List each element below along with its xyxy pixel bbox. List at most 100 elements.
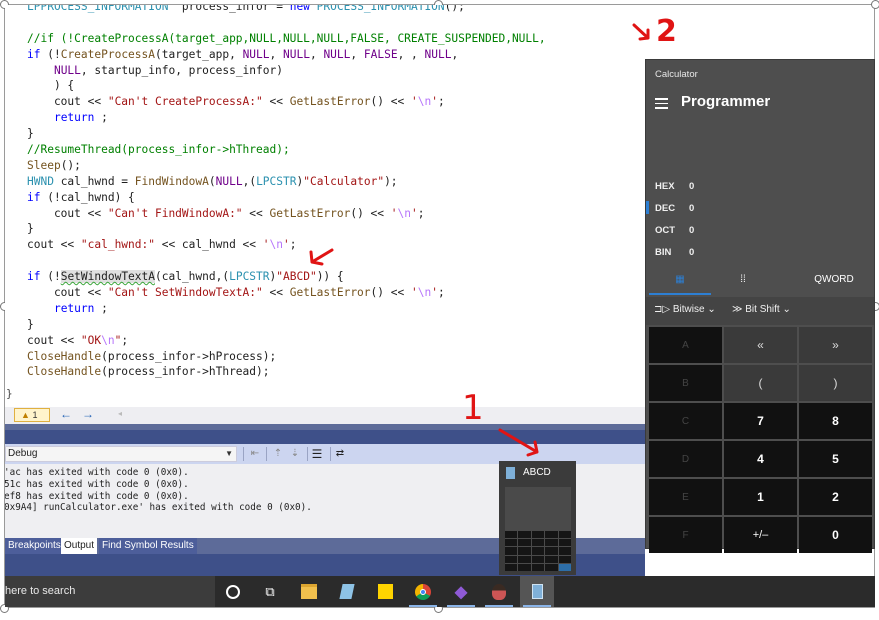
code-line[interactable]: HWND cal_hwnd = FindWindowA(NULL,(LPCSTR… xyxy=(27,174,546,190)
chevron-down-icon: ⌄ xyxy=(707,304,716,315)
visual-studio-icon[interactable]: ◆ xyxy=(444,576,478,607)
key-a[interactable]: A xyxy=(649,327,722,363)
full-keypad-icon[interactable]: ▦ xyxy=(649,265,711,295)
key-d[interactable]: D xyxy=(649,441,722,477)
scroll-left-icon[interactable]: ◂ xyxy=(118,409,122,418)
toolbar-separator xyxy=(307,447,308,461)
code-line[interactable]: //if (!CreateProcessA(target_app,NULL,NU… xyxy=(27,31,546,47)
code-line[interactable]: } xyxy=(27,317,546,333)
prev-message-icon[interactable]: ⇡ xyxy=(271,447,285,461)
calculator-taskbar-icon[interactable] xyxy=(520,576,554,607)
selected-radix-indicator xyxy=(646,201,649,214)
output-source-value: Debug xyxy=(8,448,38,459)
warning-badge[interactable]: ▲ 1 xyxy=(14,408,50,422)
code-line[interactable]: cout << "cal_hwnd:" << cal_hwnd << '\n'; xyxy=(27,237,546,253)
key-2[interactable]: 2 xyxy=(799,479,872,515)
navigate-forward-icon[interactable]: → xyxy=(82,407,94,421)
code-line[interactable]: cout << "OK\n"; xyxy=(27,333,546,349)
output-panel-header xyxy=(5,430,645,444)
key-7[interactable]: 7 xyxy=(724,403,797,439)
output-source-select[interactable]: Debug ▼ xyxy=(5,446,237,462)
code-line[interactable]: NULL, startup_info, process_infor) xyxy=(27,63,546,79)
warning-count: 1 xyxy=(32,410,38,420)
calculator-app-icon xyxy=(506,467,515,479)
chevron-down-icon: ⌄ xyxy=(782,304,791,315)
bitwise-button[interactable]: ⊐▷ Bitwise ⌄ xyxy=(654,304,716,315)
code-line[interactable]: } xyxy=(27,126,546,142)
code-line[interactable] xyxy=(27,15,546,31)
bit-shift-icon: ≫ xyxy=(732,304,743,315)
clear-all-icon[interactable]: ☰ xyxy=(310,447,324,461)
code-line[interactable]: cout << "Can't FindWindowA:" << GetLastE… xyxy=(27,206,546,222)
editor-status-bar: ▲ 1 ← → ◂ xyxy=(5,407,645,424)
word-wrap-icon[interactable]: ⇄ xyxy=(333,447,347,461)
code-line[interactable]: Sleep(); xyxy=(27,158,546,174)
word-size-button[interactable]: QWORD xyxy=(796,265,872,295)
toolbar-separator xyxy=(266,447,267,461)
code-line[interactable]: cout << "Can't SetWindowTextA:" << GetLa… xyxy=(27,285,546,301)
navigate-back-icon[interactable]: ← xyxy=(60,407,72,421)
key-1[interactable]: 1 xyxy=(724,479,797,515)
code-line[interactable]: if (!cal_hwnd) { xyxy=(27,190,546,206)
radix-dec[interactable]: DEC 0 xyxy=(655,203,694,214)
radix-bin[interactable]: BIN 0 xyxy=(655,247,694,258)
bit-toggle-keypad-icon[interactable]: ⁞⁞ xyxy=(712,265,774,295)
radix-oct[interactable]: OCT 0 xyxy=(655,225,694,236)
taskbar-thumbnail-preview[interactable]: ABCD xyxy=(499,461,576,575)
key-negate[interactable]: +/– xyxy=(724,517,797,553)
code-line[interactable]: LPPROCESS_INFORMATION process_infor = ne… xyxy=(27,5,546,15)
key-b[interactable]: B xyxy=(649,365,722,401)
key-close-paren[interactable]: ) xyxy=(799,365,872,401)
bit-shift-button[interactable]: ≫ Bit Shift ⌄ xyxy=(732,304,791,315)
key-open-paren[interactable]: ( xyxy=(724,365,797,401)
code-line[interactable]: return ; xyxy=(27,301,546,317)
tab-find-symbol-results[interactable]: Find Symbol Results xyxy=(99,538,197,554)
key-shift-right[interactable]: » xyxy=(799,327,872,363)
key-0[interactable]: 0 xyxy=(799,517,872,553)
photo-app-icon[interactable] xyxy=(482,576,516,607)
output-text: 'ac has exited with code 0 (0x0). 51c has… xyxy=(5,467,312,514)
next-message-icon[interactable]: ⇣ xyxy=(288,447,302,461)
notepad-icon[interactable] xyxy=(330,576,364,607)
key-8[interactable]: 8 xyxy=(799,403,872,439)
cortana-icon[interactable] xyxy=(216,576,250,607)
key-5[interactable]: 5 xyxy=(799,441,872,477)
output-line: 0x9A4] runCalculator.exe' has exited wit… xyxy=(5,502,312,514)
logic-gate-icon: ⊐▷ xyxy=(654,304,671,315)
code-editor[interactable]: LPPROCESS_INFORMATION process_infor = ne… xyxy=(5,5,645,407)
code-line[interactable]: } xyxy=(27,221,546,237)
code-text[interactable]: LPPROCESS_INFORMATION process_infor = ne… xyxy=(27,5,546,380)
code-line[interactable] xyxy=(27,253,546,269)
toolbar-separator xyxy=(330,447,331,461)
radix-hex[interactable]: HEX 0 xyxy=(655,181,694,192)
key-e[interactable]: E xyxy=(649,479,722,515)
find-message-icon[interactable]: ⇤ xyxy=(248,447,262,461)
taskbar-search-box[interactable]: here to search xyxy=(5,576,215,607)
code-line[interactable]: if (!SetWindowTextA(cal_hwnd,(LPCSTR)"AB… xyxy=(27,269,546,285)
code-line[interactable]: if (!CreateProcessA(target_app, NULL, NU… xyxy=(27,47,546,63)
code-line[interactable]: //ResumeThread(process_infor->hThread); xyxy=(27,142,546,158)
code-line[interactable]: cout << "Can't CreateProcessA:" << GetLa… xyxy=(27,94,546,110)
sticky-notes-icon[interactable] xyxy=(368,576,402,607)
code-line[interactable]: ) { xyxy=(27,78,546,94)
calculator-window-title: Calculator xyxy=(655,69,698,80)
calculator-window: Calculator Programmer HEX 0 DEC 0 OCT 0 BIN… xyxy=(645,59,875,553)
code-line[interactable]: return ; xyxy=(27,110,546,126)
key-shift-left[interactable]: « xyxy=(724,327,797,363)
key-f[interactable]: F xyxy=(649,517,722,553)
output-line: 51c has exited with code 0 (0x0). xyxy=(5,478,189,490)
taskbar: here to search ⧉ ◆ xyxy=(5,576,875,607)
key-c[interactable]: C xyxy=(649,403,722,439)
file-explorer-icon[interactable] xyxy=(292,576,326,607)
thumbnail-window-title: ABCD xyxy=(523,467,551,478)
tab-breakpoints[interactable]: Breakpoints xyxy=(5,538,64,554)
key-4[interactable]: 4 xyxy=(724,441,797,477)
task-view-icon[interactable]: ⧉ xyxy=(253,576,287,607)
chrome-icon[interactable] xyxy=(406,576,440,607)
code-line[interactable]: CloseHandle(process_infor->hProcess); xyxy=(27,349,546,365)
hamburger-menu-icon[interactable] xyxy=(655,98,668,109)
output-line: 'ac has exited with code 0 (0x0). xyxy=(5,467,189,478)
code-line[interactable]: CloseHandle(process_infor->hThread); xyxy=(27,364,546,380)
resize-handle[interactable] xyxy=(871,0,879,9)
tab-output[interactable]: Output xyxy=(61,538,98,554)
